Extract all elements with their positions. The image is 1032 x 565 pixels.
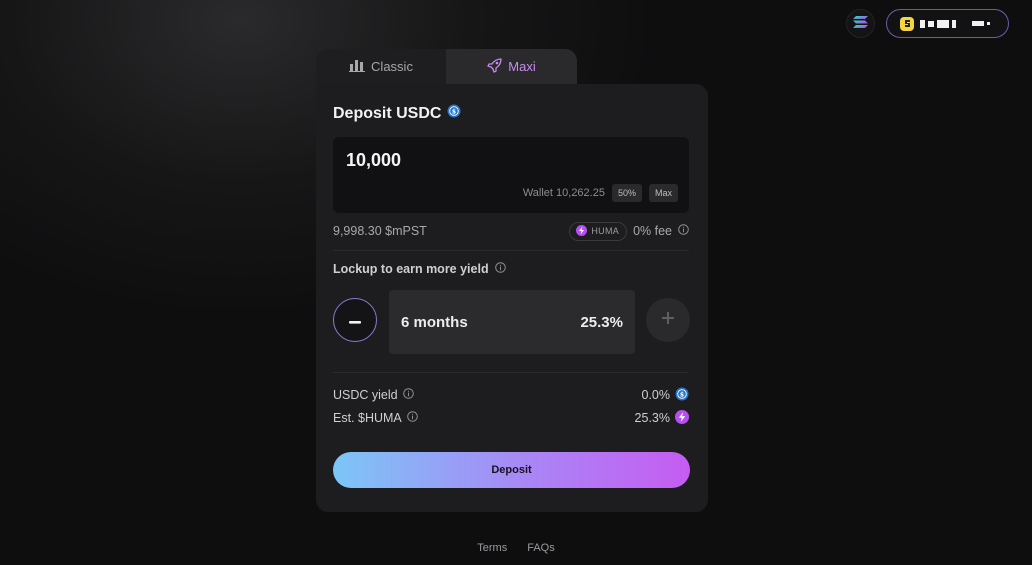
half-button[interactable]: 50% bbox=[611, 184, 642, 202]
minus-icon bbox=[349, 311, 361, 329]
divider bbox=[333, 372, 689, 373]
receive-row: 9,998.30 $mPST HUMA 0% fee bbox=[333, 221, 689, 241]
terms-link[interactable]: Terms bbox=[477, 542, 507, 554]
usdc-yield-label: USDC yield bbox=[333, 388, 398, 402]
huma-icon bbox=[576, 224, 588, 238]
lockup-label-text: Lockup to earn more yield bbox=[333, 262, 489, 276]
huma-reward-value: 25.3% bbox=[634, 411, 670, 425]
faqs-link[interactable]: FAQs bbox=[527, 542, 555, 554]
tab-classic[interactable]: Classic bbox=[316, 49, 446, 84]
huma-reward-row: Est. $HUMA 25.3% bbox=[333, 409, 689, 427]
plus-icon bbox=[662, 311, 674, 329]
info-icon[interactable] bbox=[494, 262, 506, 276]
bar-chart-icon bbox=[349, 59, 366, 75]
deposit-button[interactable]: Deposit bbox=[333, 452, 690, 488]
huma-icon bbox=[675, 409, 689, 427]
wallet-balance: Wallet 10,262.25 bbox=[522, 187, 605, 199]
decrease-lockup-button[interactable] bbox=[333, 298, 377, 342]
info-icon[interactable] bbox=[406, 411, 418, 425]
deposit-card: Deposit USDC $ 10,000 Wallet 10,262.25 5… bbox=[316, 84, 708, 512]
lockup-label: Lockup to earn more yield bbox=[333, 262, 506, 276]
usdc-yield-row: USDC yield 0.0% $ bbox=[333, 386, 689, 404]
fee-info: HUMA 0% fee bbox=[569, 221, 689, 241]
tab-maxi[interactable]: Maxi bbox=[446, 49, 577, 84]
wallet-coin-icon bbox=[900, 16, 914, 31]
fee-text: 0% fee bbox=[633, 224, 672, 238]
lockup-period-display: 6 months 25.3% bbox=[389, 290, 635, 354]
tab-classic-label: Classic bbox=[371, 59, 413, 74]
network-selector-button[interactable] bbox=[846, 9, 875, 38]
huma-badge: HUMA bbox=[569, 221, 628, 241]
rocket-icon bbox=[487, 57, 502, 76]
huma-reward-label: Est. $HUMA bbox=[333, 411, 402, 425]
solana-icon bbox=[853, 15, 868, 33]
info-icon[interactable] bbox=[402, 388, 414, 402]
huma-badge-label: HUMA bbox=[591, 226, 620, 236]
wallet-address-redacted bbox=[920, 19, 990, 28]
svg-text:$: $ bbox=[452, 108, 456, 115]
usdc-icon: $ bbox=[675, 387, 689, 404]
amount-input-box[interactable]: 10,000 Wallet 10,262.25 50% Max bbox=[333, 137, 689, 213]
receive-amount: 9,998.30 $mPST bbox=[333, 224, 427, 238]
increase-lockup-button[interactable] bbox=[646, 298, 690, 342]
deposit-title: Deposit USDC $ bbox=[333, 104, 461, 123]
deposit-title-text: Deposit USDC bbox=[333, 104, 442, 122]
svg-text:$: $ bbox=[680, 391, 684, 398]
amount-input[interactable]: 10,000 bbox=[346, 150, 401, 171]
usdc-yield-value: 0.0% bbox=[641, 388, 671, 402]
lockup-period: 6 months bbox=[401, 313, 468, 331]
mode-tabs: Classic Maxi bbox=[316, 49, 577, 84]
max-button[interactable]: Max bbox=[648, 184, 678, 202]
footer-links: Terms FAQs bbox=[0, 542, 1032, 554]
wallet-button[interactable] bbox=[886, 9, 1009, 38]
info-icon[interactable] bbox=[678, 224, 689, 238]
lockup-apy: 25.3% bbox=[580, 313, 623, 331]
tab-maxi-label: Maxi bbox=[508, 59, 536, 74]
usdc-icon: $ bbox=[447, 104, 461, 123]
wallet-balance-row: Wallet 10,262.25 50% Max bbox=[523, 184, 678, 202]
divider bbox=[333, 250, 689, 251]
